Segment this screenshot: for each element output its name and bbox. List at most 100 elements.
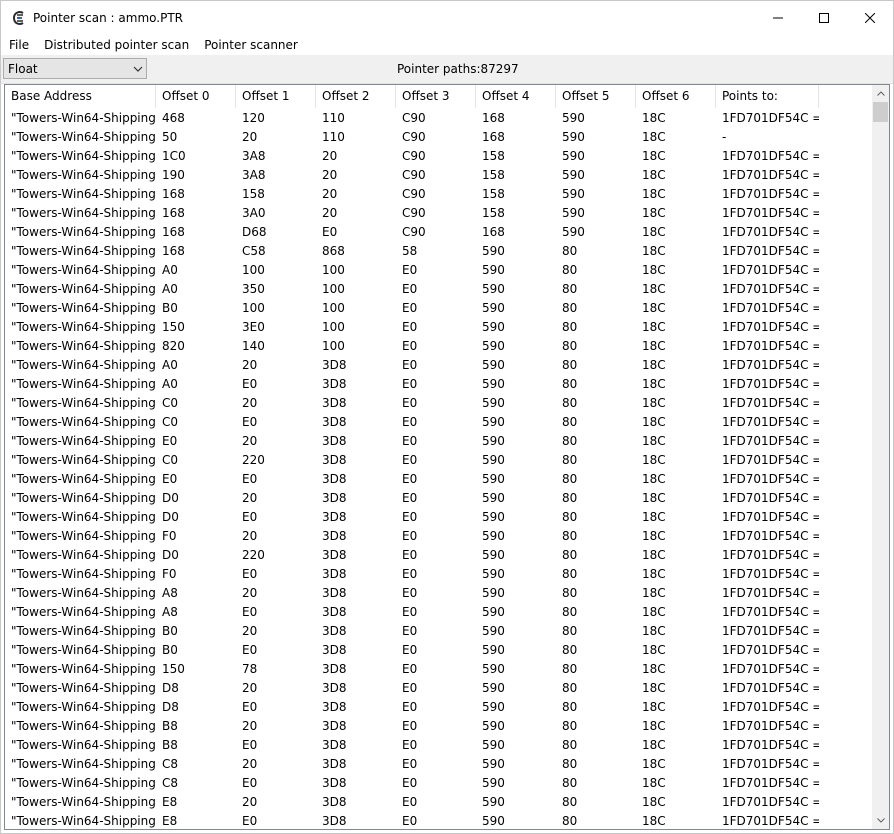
table-row[interactable]: "Towers-Win64-Shipping... 168 C58 868 58 590 8… — [5, 242, 819, 261]
table-row[interactable]: "Towers-Win64-Shipping... D0 20 3D8 E0 590 80 1… — [5, 489, 819, 508]
table-row[interactable]: "Towers-Win64-Shipping... 150 3E0 100 E0 590 8… — [5, 318, 819, 337]
table-row[interactable]: "Towers-Win64-Shipping... E0 20 3D8 E0 590 80 1… — [5, 432, 819, 451]
maximize-button[interactable] — [801, 1, 847, 35]
cell-offset-1: 20 — [242, 681, 258, 695]
column-header-offset-4[interactable]: Offset 4 — [476, 85, 556, 108]
column-header-offset-2[interactable]: Offset 2 — [316, 85, 396, 108]
table-row[interactable]: "Towers-Win64-Shipping... 468 120 110 C90 168… — [5, 109, 819, 128]
table-row[interactable]: "Towers-Win64-Shipping... E0 E0 3D8 E0 590 80 1… — [5, 470, 819, 489]
table-row[interactable]: "Towers-Win64-Shipping... 50 20 110 C90 168 59… — [5, 128, 819, 147]
menu-file[interactable]: File — [1, 35, 36, 55]
cell-offset-1: 20 — [242, 757, 258, 771]
table-row[interactable]: "Towers-Win64-Shipping... C8 20 3D8 E0 590 80 1… — [5, 755, 819, 774]
cell-base-address: "Towers-Win64-Shipping... — [11, 738, 156, 752]
cell-offset-0: B0 — [162, 301, 178, 315]
column-header-offset-0[interactable]: Offset 0 — [156, 85, 236, 108]
table-row[interactable]: "Towers-Win64-Shipping... 168 3A0 20 C90 158 5… — [5, 204, 819, 223]
cell-offset-4: 590 — [482, 415, 505, 429]
cell-offset-5: 80 — [562, 624, 578, 638]
table-row[interactable]: "Towers-Win64-Shipping... 820 140 100 E0 590 8… — [5, 337, 819, 356]
table-row[interactable]: "Towers-Win64-Shipping... D0 E0 3D8 E0 590 80 1… — [5, 508, 819, 527]
column-header-row: Base Address Offset 0 Offset 1 Offset 2 Offs… — [5, 85, 819, 108]
chevron-up-icon — [876, 91, 885, 96]
cell-points-to: 1FD701DF54C = 9 — [722, 168, 819, 182]
cell-offset-3: E0 — [402, 358, 418, 372]
pointer-list[interactable]: Base Address Offset 0 Offset 1 Offset 2 Offs… — [4, 84, 890, 830]
cell-offset-3: E0 — [402, 795, 418, 809]
close-button[interactable] — [847, 1, 893, 35]
scroll-thumb[interactable] — [873, 102, 888, 122]
table-row[interactable]: "Towers-Win64-Shipping... 150 78 3D8 E0 590 80… — [5, 660, 819, 679]
table-row[interactable]: "Towers-Win64-Shipping... D8 E0 3D8 E0 590 80 1… — [5, 698, 819, 717]
table-row[interactable]: "Towers-Win64-Shipping... 168 D68 E0 C90 168 5… — [5, 223, 819, 242]
table-row[interactable]: "Towers-Win64-Shipping... F0 E0 3D8 E0 590 80 1… — [5, 565, 819, 584]
table-row[interactable]: "Towers-Win64-Shipping... A0 350 100 E0 590 80… — [5, 280, 819, 299]
column-header-offset-6[interactable]: Offset 6 — [636, 85, 716, 108]
table-row[interactable]: "Towers-Win64-Shipping... 168 158 20 C90 158 5… — [5, 185, 819, 204]
value-type-select[interactable]: Float — [3, 58, 147, 79]
table-row[interactable]: "Towers-Win64-Shipping... B8 E0 3D8 E0 590 80 1… — [5, 736, 819, 755]
table-row[interactable]: "Towers-Win64-Shipping... A8 E0 3D8 E0 590 80 1… — [5, 603, 819, 622]
table-row[interactable]: "Towers-Win64-Shipping... A0 E0 3D8 E0 590 80 1… — [5, 375, 819, 394]
table-row[interactable]: "Towers-Win64-Shipping... F0 20 3D8 E0 590 80 1… — [5, 527, 819, 546]
cell-offset-0: 168 — [162, 244, 185, 258]
cell-offset-1: 78 — [242, 662, 258, 676]
column-header-points-to[interactable]: Points to: — [716, 85, 819, 108]
table-row[interactable]: "Towers-Win64-Shipping... E8 E0 3D8 E0 590 80 1… — [5, 812, 819, 829]
table-row[interactable]: "Towers-Win64-Shipping... 1C0 3A8 20 C90 158 5… — [5, 147, 819, 166]
cell-offset-0: A0 — [162, 263, 178, 277]
table-row[interactable]: "Towers-Win64-Shipping... A8 20 3D8 E0 590 80 1… — [5, 584, 819, 603]
cell-offset-1: 20 — [242, 396, 258, 410]
table-row[interactable]: "Towers-Win64-Shipping... D0 220 3D8 E0 590 80… — [5, 546, 819, 565]
minimize-button[interactable] — [755, 1, 801, 35]
cell-offset-2: 3D8 — [322, 396, 347, 410]
table-row[interactable]: "Towers-Win64-Shipping... D8 20 3D8 E0 590 80 1… — [5, 679, 819, 698]
vertical-scrollbar[interactable] — [872, 85, 889, 829]
table-row[interactable]: "Towers-Win64-Shipping... B0 20 3D8 E0 590 80 1… — [5, 622, 819, 641]
column-header-offset-5[interactable]: Offset 5 — [556, 85, 636, 108]
cell-offset-3: C90 — [402, 149, 426, 163]
cell-offset-6: 18C — [642, 358, 666, 372]
cell-points-to: 1FD701DF54C = 9 — [722, 434, 819, 448]
table-row[interactable]: "Towers-Win64-Shipping... 190 3A8 20 C90 158 5… — [5, 166, 819, 185]
scroll-up-button[interactable] — [872, 85, 889, 102]
cell-points-to: 1FD701DF54C = 9 — [722, 776, 819, 790]
cell-offset-1: E0 — [242, 605, 258, 619]
table-row[interactable]: "Towers-Win64-Shipping... A0 100 100 E0 590 80… — [5, 261, 819, 280]
table-row[interactable]: "Towers-Win64-Shipping... E8 20 3D8 E0 590 80 1… — [5, 793, 819, 812]
cell-offset-2: 3D8 — [322, 624, 347, 638]
cell-offset-3: E0 — [402, 301, 418, 315]
table-row[interactable]: "Towers-Win64-Shipping... C0 E0 3D8 E0 590 80 1… — [5, 413, 819, 432]
cell-offset-4: 590 — [482, 301, 505, 315]
table-row[interactable]: "Towers-Win64-Shipping... B0 100 100 E0 590 80… — [5, 299, 819, 318]
cell-offset-2: 100 — [322, 282, 345, 296]
table-row[interactable]: "Towers-Win64-Shipping... C0 220 3D8 E0 590 80… — [5, 451, 819, 470]
cell-offset-0: 190 — [162, 168, 185, 182]
cell-base-address: "Towers-Win64-Shipping... — [11, 282, 156, 296]
table-row[interactable]: "Towers-Win64-Shipping... C8 E0 3D8 E0 590 80 1… — [5, 774, 819, 793]
cell-offset-2: 3D8 — [322, 434, 347, 448]
cell-offset-3: E0 — [402, 738, 418, 752]
cell-offset-6: 18C — [642, 662, 666, 676]
cell-base-address: "Towers-Win64-Shipping... — [11, 263, 156, 277]
table-row[interactable]: "Towers-Win64-Shipping... C0 20 3D8 E0 590 80 1… — [5, 394, 819, 413]
column-header-offset-3[interactable]: Offset 3 — [396, 85, 476, 108]
scroll-down-button[interactable] — [872, 812, 889, 829]
menu-pointer-scanner[interactable]: Pointer scanner — [196, 35, 305, 55]
table-row[interactable]: "Towers-Win64-Shipping... A0 20 3D8 E0 590 80 1… — [5, 356, 819, 375]
column-header-base-address[interactable]: Base Address — [5, 85, 156, 108]
cell-offset-1: E0 — [242, 472, 258, 486]
menu-distributed-pointer-scan[interactable]: Distributed pointer scan — [36, 35, 196, 55]
cell-offset-0: B8 — [162, 738, 178, 752]
title-bar[interactable]: Pointer scan : ammo.PTR — [1, 1, 893, 35]
cell-base-address: "Towers-Win64-Shipping... — [11, 320, 156, 334]
cell-offset-2: 3D8 — [322, 586, 347, 600]
cell-offset-3: E0 — [402, 491, 418, 505]
cell-offset-0: F0 — [162, 567, 177, 581]
column-header-offset-1[interactable]: Offset 1 — [236, 85, 316, 108]
cell-offset-3: E0 — [402, 757, 418, 771]
cell-base-address: "Towers-Win64-Shipping... — [11, 149, 156, 163]
table-row[interactable]: "Towers-Win64-Shipping... B8 20 3D8 E0 590 80 1… — [5, 717, 819, 736]
table-row[interactable]: "Towers-Win64-Shipping... B0 E0 3D8 E0 590 80 1… — [5, 641, 819, 660]
cell-offset-3: E0 — [402, 586, 418, 600]
